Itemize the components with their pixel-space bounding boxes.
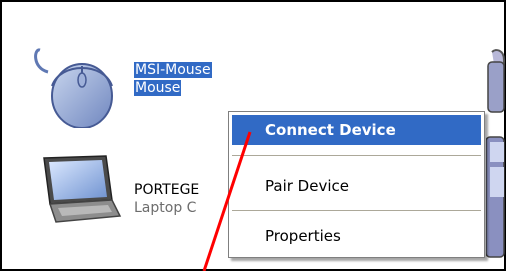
mouse-icon: [34, 48, 113, 129]
menu-separator: [232, 155, 481, 156]
device-name-portege[interactable]: PORTEGE: [134, 182, 199, 199]
device-item-phone-partial[interactable]: [486, 42, 506, 272]
phone-icon: [486, 49, 506, 258]
device-type-portege[interactable]: Laptop C: [134, 200, 196, 217]
menu-item-properties[interactable]: Properties: [232, 221, 481, 251]
menu-item-pair-device[interactable]: Pair Device: [232, 171, 481, 201]
device-window: MSI-Mouse Mouse PORTEGE Laptop C Connect…: [0, 0, 506, 271]
device-name-msi-mouse[interactable]: MSI-Mouse: [134, 62, 212, 79]
device-item-portege[interactable]: [32, 152, 122, 232]
device-item-msi-mouse[interactable]: [30, 38, 130, 129]
laptop-icon: [43, 155, 122, 223]
context-menu: Connect Device Pair Device Properties: [228, 111, 485, 258]
menu-item-connect-device[interactable]: Connect Device: [232, 115, 481, 145]
device-type-msi-mouse[interactable]: Mouse: [134, 80, 182, 97]
menu-separator: [232, 210, 481, 211]
